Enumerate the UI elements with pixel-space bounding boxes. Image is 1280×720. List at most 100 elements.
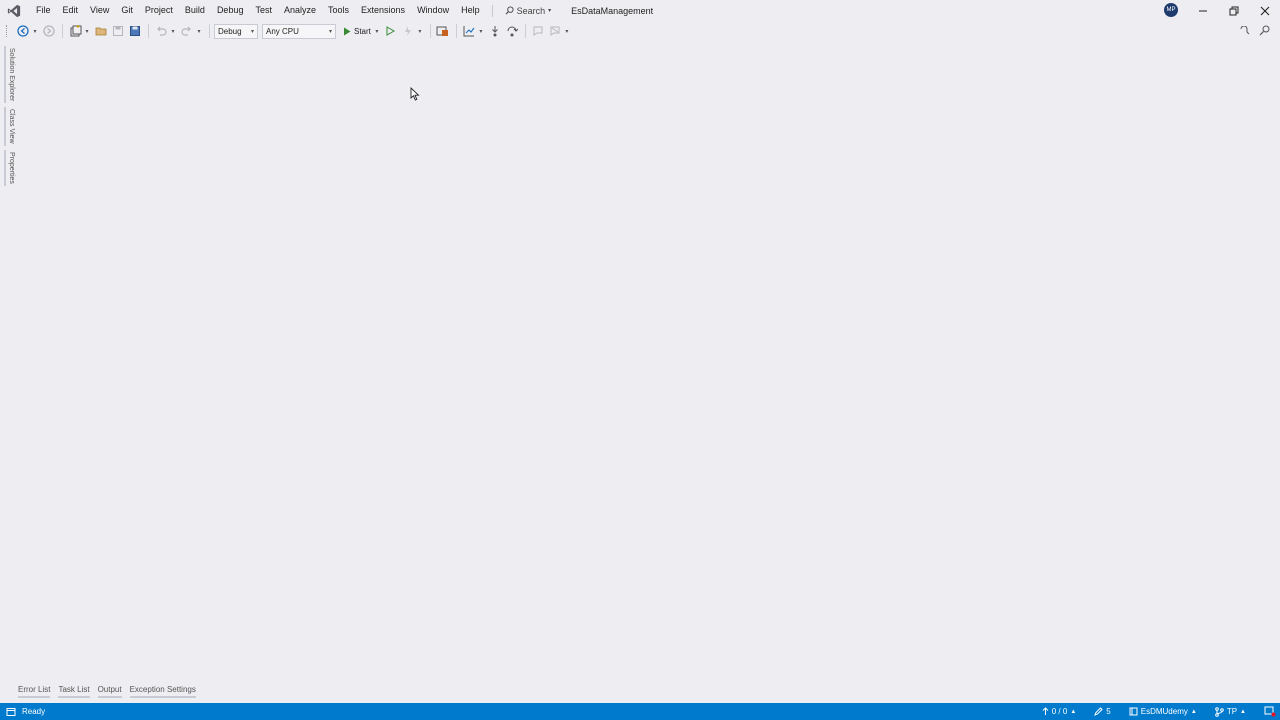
toolbar-separator [148,24,149,38]
save-icon[interactable] [110,23,126,39]
branch-name: TP [1226,707,1238,716]
notifications-icon [1264,706,1276,717]
chevron-down-icon: ▾ [548,8,552,14]
configuration-value: Debug [218,26,242,36]
toolbar-right [1236,21,1274,41]
uncomment-lines-icon[interactable] [547,23,563,39]
branch-icon [1215,706,1224,717]
redo-icon[interactable] [179,23,195,39]
commits-indicator[interactable]: 0 / 0 ▲ [1042,707,1077,716]
restore-icon [1229,6,1238,15]
commit-count: 0 / 0 [1051,707,1068,716]
tab-output[interactable]: Output [97,685,122,698]
standard-toolbar: ▾ ▾ ▾ ▾ Debug ▾ Any CPU ▾ Start ▾ ▾ ▾ ▾ [0,21,1280,41]
title-bar: File Edit View Git Project Build Debug T… [0,0,1280,21]
chevron-down-icon[interactable]: ▾ [32,23,38,39]
repository-indicator[interactable]: EsDMUdemy ▲ [1129,707,1197,716]
solution-platform-dropdown[interactable]: Any CPU ▾ [262,23,336,39]
menu-build[interactable]: Build [179,0,211,21]
solution-name: EsDataManagement [571,5,654,16]
diagnostic-tools-icon[interactable] [461,23,477,39]
menu-test[interactable]: Test [249,0,278,21]
close-button[interactable] [1249,0,1280,21]
menu-tools[interactable]: Tools [322,0,355,21]
pending-changes-indicator[interactable]: 5 [1094,707,1111,716]
chevron-down-icon[interactable]: ▾ [196,23,202,39]
navigate-back-icon[interactable] [15,23,31,39]
step-over-icon[interactable] [504,23,520,39]
save-all-icon[interactable] [127,23,143,39]
chevron-up-icon: ▲ [1070,708,1077,715]
chevron-down-icon: ▾ [250,28,254,35]
menu-edit[interactable]: Edit [57,0,85,21]
notifications-button[interactable] [1264,706,1276,717]
hot-reload-icon[interactable] [400,23,416,39]
branch-indicator[interactable]: TP ▲ [1215,706,1246,717]
left-tool-tabs: Solution Explorer Class View Properties [4,46,18,190]
chevron-up-icon: ▲ [1240,708,1246,715]
tab-solution-explorer[interactable]: Solution Explorer [4,46,16,104]
start-label: Start [354,26,371,36]
start-debugging-button[interactable]: Start [340,23,374,39]
toolbar-separator [209,24,210,38]
feedback-icon[interactable] [1236,23,1252,39]
menu-project[interactable]: Project [139,0,179,21]
close-icon [1260,6,1269,15]
menu-window[interactable]: Window [411,0,455,21]
menu-git[interactable]: Git [115,0,139,21]
toolbar-separator [455,24,457,38]
start-without-debugging-icon[interactable] [383,23,399,39]
platform-value: Any CPU [266,26,299,36]
search-label: Search [516,5,546,16]
bottom-tool-tabs: Error List Task List Output Exception Se… [18,685,196,698]
tab-error-list[interactable]: Error List [18,685,51,698]
menu-extensions[interactable]: Extensions [355,0,411,21]
chevron-down-icon: ▾ [328,28,332,35]
chevron-down-icon[interactable]: ▾ [84,23,90,39]
browser-link-icon[interactable] [435,23,451,39]
minimize-button[interactable] [1187,0,1218,21]
status-right: 0 / 0 ▲ 5 EsDMUdemy ▲ TP ▲ [1042,703,1276,720]
live-share-icon[interactable] [1257,23,1273,39]
search-button[interactable]: Search ▾ [499,0,558,21]
status-left: Ready [0,707,45,717]
step-into-icon[interactable] [487,23,503,39]
undo-icon[interactable] [153,23,169,39]
menu-help[interactable]: Help [455,0,486,21]
navigate-forward-icon[interactable] [41,23,57,39]
toolbar-overflow-icon[interactable]: ▾ [564,23,570,39]
menu-debug[interactable]: Debug [211,0,250,21]
solution-configuration-dropdown[interactable]: Debug ▾ [214,23,258,39]
status-ready: Ready [22,707,46,716]
open-folder-icon[interactable] [93,23,109,39]
account-avatar[interactable]: MP [1164,3,1178,17]
play-icon [344,27,351,35]
tab-task-list[interactable]: Task List [58,685,90,698]
chevron-down-icon[interactable]: ▾ [170,23,176,39]
main-menu: File Edit View Git Project Build Debug T… [30,0,486,21]
window-controls [1187,0,1280,21]
toolbar-separator [524,24,526,38]
toolbar-separator [429,24,431,38]
repository-name: EsDMUdemy [1140,707,1188,716]
chevron-down-icon[interactable]: ▾ [478,23,484,39]
mouse-cursor-icon [410,86,420,103]
restore-button[interactable] [1218,0,1249,21]
tab-class-view[interactable]: Class View [4,107,16,146]
menu-file[interactable]: File [30,0,57,21]
repository-icon [1129,707,1138,716]
visual-studio-logo-icon[interactable] [6,3,22,19]
toolbar-grip[interactable] [6,25,9,37]
pencil-icon [1094,707,1103,716]
comment-lines-icon[interactable] [530,23,546,39]
tab-exception-settings[interactable]: Exception Settings [129,685,196,698]
chevron-down-icon[interactable]: ▾ [417,23,423,39]
menu-analyze[interactable]: Analyze [278,0,322,21]
tab-properties[interactable]: Properties [4,149,16,186]
status-window-icon [6,707,16,716]
new-project-icon[interactable] [67,23,83,39]
chevron-down-icon[interactable]: ▾ [374,23,380,39]
status-bar: Ready 0 / 0 ▲ 5 EsDMUdemy ▲ TP ▲ [0,703,1280,720]
minimize-icon [1198,10,1207,11]
menu-view[interactable]: View [84,0,115,21]
